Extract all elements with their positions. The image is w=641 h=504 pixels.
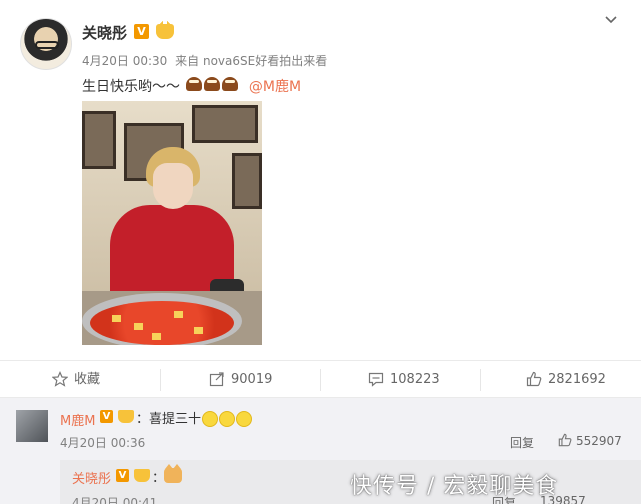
reply-timestamp: 4月20日 00:41 xyxy=(72,496,158,504)
like-count: 2821692 xyxy=(548,372,606,387)
post-photo[interactable] xyxy=(82,101,262,345)
comment-timestamp: 4月20日 00:36 xyxy=(60,436,146,450)
crown-icon xyxy=(134,469,150,482)
source-prefix: 来自 xyxy=(175,54,200,68)
weibo-post: 关晓彤 V 4月20日 00:30 来自 nova6SE好看拍出来看 生日快乐哟… xyxy=(0,0,641,504)
verified-badge-icon: V xyxy=(134,24,149,39)
comment-button[interactable]: 108223 xyxy=(368,361,440,399)
crown-icon xyxy=(118,410,134,423)
comment-like-button[interactable]: 552907 xyxy=(558,433,622,449)
crown-icon xyxy=(156,20,174,39)
smile-emoji xyxy=(219,410,236,427)
comment-icon xyxy=(368,372,384,387)
comment-text: ：喜提三十 xyxy=(136,408,253,428)
post-text: 生日快乐哟～～ xyxy=(82,79,180,95)
favorite-button[interactable]: 收藏 xyxy=(52,361,100,399)
reply-username[interactable]: 关晓彤 xyxy=(72,468,111,487)
mention-link[interactable]: @M鹿M xyxy=(249,79,301,95)
verified-badge-icon: V xyxy=(100,410,113,423)
post-content: 生日快乐哟～～ @M鹿M xyxy=(82,76,301,96)
cake-emoji xyxy=(222,77,239,91)
action-bar: 收藏 90019 108223 2821692 xyxy=(0,360,641,398)
like-button[interactable]: 2821692 xyxy=(526,361,606,399)
thumbs-up-icon xyxy=(526,371,542,386)
share-icon xyxy=(209,371,224,386)
comment-body: ：喜提三十 xyxy=(136,412,202,427)
smile-emoji xyxy=(202,410,219,427)
share-button[interactable]: 90019 xyxy=(209,361,272,399)
watermark: 快传号 / 宏毅聊美食 xyxy=(350,474,559,499)
comment-reply-button[interactable]: 回复 xyxy=(510,434,534,451)
smile-emoji xyxy=(236,410,253,427)
post-timestamp[interactable]: 4月20日 00:30 xyxy=(82,54,167,68)
favorite-label: 收藏 xyxy=(74,372,101,387)
cake-emojis xyxy=(186,77,240,96)
comment-count: 108223 xyxy=(390,372,440,387)
commenter-name[interactable]: M鹿M xyxy=(60,410,95,429)
post-username[interactable]: 关晓彤 xyxy=(82,22,127,43)
commenter-avatar[interactable] xyxy=(16,410,48,442)
chevron-down-icon[interactable] xyxy=(605,14,617,26)
cake-emoji xyxy=(204,77,221,91)
thumbs-up-icon xyxy=(558,433,572,446)
cake-emoji xyxy=(186,77,203,91)
cat-emoji xyxy=(164,464,182,483)
post-meta: 4月20日 00:30 来自 nova6SE好看拍出来看 xyxy=(82,52,327,69)
verified-badge-icon: V xyxy=(116,469,129,482)
user-avatar[interactable] xyxy=(20,18,72,70)
share-count: 90019 xyxy=(231,372,273,387)
comment-like-count: 552907 xyxy=(576,434,622,448)
star-icon xyxy=(52,370,68,387)
post-source[interactable]: nova6SE好看拍出来看 xyxy=(203,54,327,68)
